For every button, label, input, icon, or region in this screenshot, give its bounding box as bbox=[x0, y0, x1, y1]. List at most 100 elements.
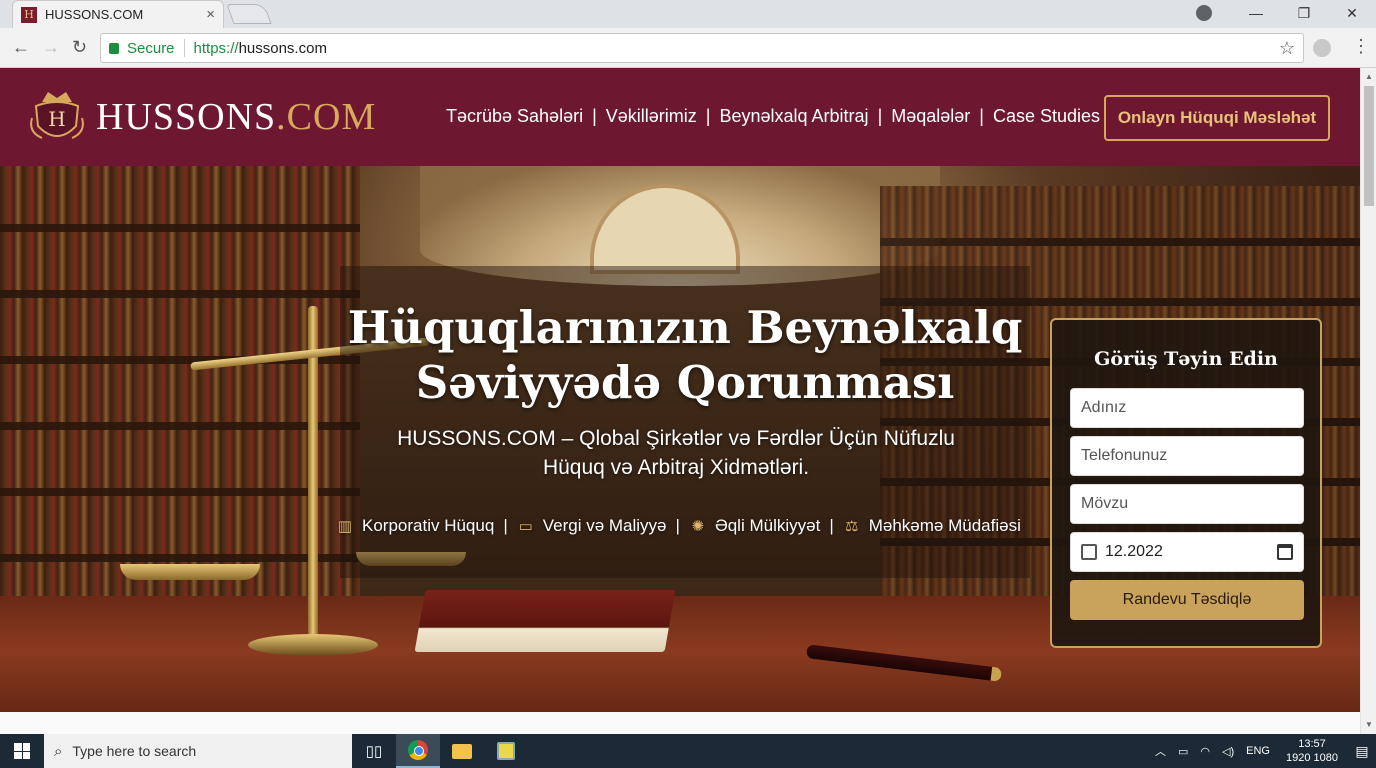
crest-icon: H bbox=[30, 92, 84, 139]
scale-pan-left-image bbox=[120, 564, 260, 580]
tab-close-icon[interactable]: × bbox=[206, 6, 215, 23]
nav-separator: | bbox=[877, 106, 883, 126]
nav-arbitration[interactable]: Beynəlxalq Arbitraj bbox=[719, 106, 868, 127]
notifications-icon[interactable]: ▤ bbox=[1348, 734, 1376, 768]
svg-text:H: H bbox=[48, 107, 65, 131]
gavel-icon: ⚖ bbox=[845, 518, 859, 535]
service-corporate-law[interactable]: ▥ Korporativ Hüquq bbox=[336, 516, 494, 536]
battery-icon[interactable]: ▭ bbox=[1178, 745, 1188, 758]
browser-menu-icon[interactable]: ⋮ bbox=[1352, 36, 1370, 57]
page-viewport: H HUSSONS.COM Təcrübə Sahələri | Vəkillə… bbox=[0, 68, 1360, 734]
lightbulb-icon: ✺ bbox=[691, 518, 705, 535]
search-icon: ⌕ bbox=[54, 742, 63, 760]
nav-articles[interactable]: Məqalələr bbox=[891, 106, 970, 127]
service-label: Əqli Mülkiyyət bbox=[714, 516, 821, 535]
nav-practice-areas[interactable]: Təcrübə Sahələri bbox=[446, 106, 583, 127]
hero-title: Hüquqlarınızın Beynəlxalq Səviyyədə Qoru… bbox=[340, 300, 1030, 410]
calculator-taskbar-button[interactable] bbox=[484, 734, 528, 768]
extension-icon[interactable] bbox=[1313, 39, 1331, 57]
date-picker-icon[interactable] bbox=[1277, 544, 1293, 560]
site-header: H HUSSONS.COM Təcrübə Sahələri | Vəkillə… bbox=[0, 68, 1360, 166]
chrome-taskbar-button[interactable] bbox=[396, 734, 440, 768]
windows-logo-icon bbox=[14, 743, 30, 759]
wifi-icon[interactable]: ◠ bbox=[1200, 745, 1210, 758]
back-icon[interactable]: ← bbox=[12, 37, 30, 58]
profile-icon[interactable] bbox=[1196, 5, 1212, 21]
reload-icon[interactable]: ↻ bbox=[72, 37, 87, 58]
site-favicon-icon: H bbox=[21, 6, 37, 23]
appointment-form: Görüş Təyin Edin 12.2022 Randevu Təsdiql… bbox=[1050, 318, 1322, 648]
start-button[interactable] bbox=[0, 734, 44, 768]
page-scrollbar[interactable]: ▲ ▼ bbox=[1360, 68, 1376, 734]
online-consultation-button[interactable]: Onlayn Hüquqi Məsləhət bbox=[1104, 95, 1330, 141]
clock-date: 1920 1080 bbox=[1286, 752, 1338, 764]
service-tax-finance[interactable]: ▭ Vergi və Maliyyə bbox=[517, 516, 667, 536]
volume-icon[interactable]: ◁) bbox=[1222, 745, 1234, 758]
main-nav: Təcrübə Sahələri | Vəkillərimiz | Beynəl… bbox=[446, 106, 1100, 127]
below-fold-section bbox=[0, 712, 1360, 734]
nav-separator: | bbox=[592, 106, 597, 126]
service-separator: | bbox=[675, 516, 680, 535]
windows-taskbar: ⌕ Type here to search ▯▯ ︿ ▭ ◠ ◁) ENG 13… bbox=[0, 734, 1376, 768]
building-icon: ▥ bbox=[337, 518, 353, 535]
forward-icon[interactable]: → bbox=[42, 37, 60, 58]
site-logo[interactable]: H HUSSONS.COM bbox=[28, 88, 376, 146]
taskbar-clock[interactable]: 13:57 1920 1080 bbox=[1286, 737, 1338, 765]
tray-chevron-icon[interactable]: ︿ bbox=[1155, 743, 1166, 759]
logo-wordmark: HUSSONS.COM bbox=[96, 95, 376, 139]
address-divider bbox=[183, 39, 185, 57]
language-indicator[interactable]: ENG bbox=[1246, 745, 1270, 757]
logo-main: HUSSONS bbox=[96, 96, 277, 138]
close-window-button[interactable]: ✕ bbox=[1328, 0, 1376, 26]
url-host: hussons.com bbox=[238, 39, 327, 57]
calendar-icon bbox=[1081, 544, 1097, 560]
tab-title: HUSSONS.COM bbox=[45, 7, 144, 22]
address-bar[interactable]: Secure https:// hussons.com ☆ bbox=[100, 33, 1304, 63]
file-explorer-taskbar-button[interactable] bbox=[440, 734, 484, 768]
chrome-icon bbox=[408, 740, 428, 760]
scrollbar-thumb[interactable] bbox=[1364, 86, 1374, 206]
scroll-up-icon[interactable]: ▲ bbox=[1365, 72, 1373, 81]
system-tray: ︿ ▭ ◠ ◁) ENG 13:57 1920 1080 ▤ bbox=[1149, 734, 1376, 768]
browser-tab-bar: H HUSSONS.COM × — ❐ ✕ bbox=[0, 0, 1376, 28]
name-input[interactable] bbox=[1081, 399, 1303, 417]
browser-tab[interactable]: H HUSSONS.COM × bbox=[12, 0, 224, 28]
new-tab-button[interactable] bbox=[226, 4, 272, 24]
calculator-icon bbox=[497, 742, 515, 760]
bookmark-star-icon[interactable]: ☆ bbox=[1279, 38, 1295, 59]
phone-field[interactable] bbox=[1070, 436, 1304, 476]
window-controls: — ❐ ✕ bbox=[1232, 0, 1376, 28]
hero-subtitle: HUSSONS.COM – Qlobal Şirkətlər və Fərdlə… bbox=[370, 424, 982, 482]
name-field[interactable] bbox=[1070, 388, 1304, 428]
service-intellectual-property[interactable]: ✺ Əqli Mülkiyyət bbox=[689, 516, 821, 536]
scroll-down-icon[interactable]: ▼ bbox=[1365, 720, 1373, 729]
date-value: 12.2022 bbox=[1105, 543, 1163, 560]
task-view-icon[interactable]: ▯▯ bbox=[352, 734, 396, 768]
logo-domain: .COM bbox=[276, 96, 377, 138]
date-field[interactable]: 12.2022 bbox=[1070, 532, 1304, 572]
lock-icon bbox=[109, 42, 119, 54]
url-scheme: https:// bbox=[193, 39, 239, 57]
service-label: Vergi və Maliyyə bbox=[542, 516, 667, 535]
hero-section: Hüquqlarınızın Beynəlxalq Səviyyədə Qoru… bbox=[0, 166, 1360, 734]
minimize-button[interactable]: — bbox=[1232, 0, 1280, 26]
taskbar-search[interactable]: ⌕ Type here to search bbox=[44, 734, 352, 768]
hero-subtitle-line-1: HUSSONS.COM – Qlobal Şirkətlər və Fərdlə… bbox=[397, 427, 955, 450]
confirm-appointment-button[interactable]: Randevu Təsdiqlə bbox=[1070, 580, 1304, 620]
browser-toolbar: ← → ↻ Secure https:// hussons.com ☆ ⋮ bbox=[0, 28, 1376, 68]
restore-button[interactable]: ❐ bbox=[1280, 0, 1328, 26]
service-court-defense[interactable]: ⚖ Məhkəmə Müdafiəsi bbox=[843, 516, 1021, 536]
scale-base-image bbox=[248, 634, 378, 656]
services-list: ▥ Korporativ Hüquq | ▭ Vergi və Maliyyə … bbox=[336, 516, 1021, 536]
phone-input[interactable] bbox=[1081, 447, 1303, 465]
nav-separator: | bbox=[705, 106, 711, 126]
nav-lawyers[interactable]: Vəkillərimiz bbox=[606, 106, 697, 127]
law-book-image bbox=[414, 590, 676, 652]
topic-input[interactable] bbox=[1081, 495, 1303, 513]
topic-field[interactable] bbox=[1070, 484, 1304, 524]
nav-case-studies[interactable]: Case Studies bbox=[993, 106, 1100, 127]
nav-separator: | bbox=[979, 106, 984, 126]
appointment-form-title: Görüş Təyin Edin bbox=[1094, 348, 1278, 370]
service-label: Məhkəmə Müdafiəsi bbox=[868, 516, 1021, 535]
service-label: Korporativ Hüquq bbox=[362, 516, 495, 535]
